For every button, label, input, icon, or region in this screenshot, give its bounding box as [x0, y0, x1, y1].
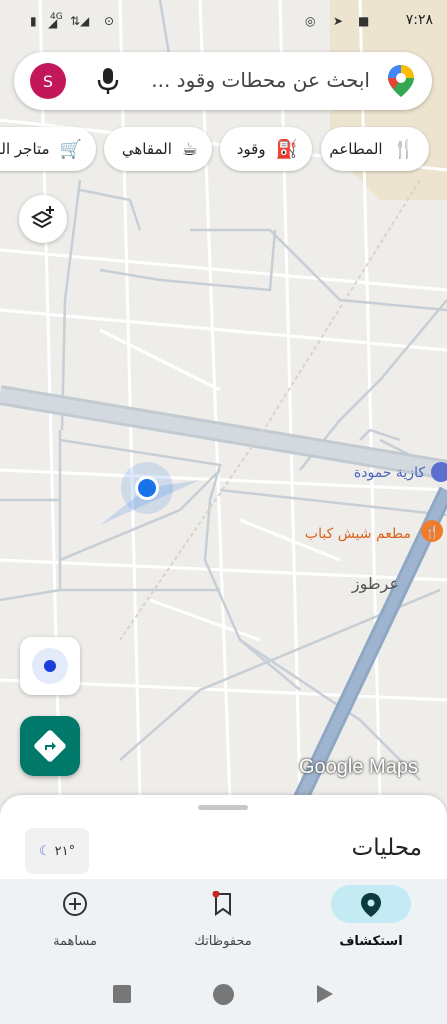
my-location-icon: [32, 648, 68, 684]
recents-button[interactable]: [113, 985, 131, 1003]
nav-contribute-label: مساهمة: [53, 934, 97, 949]
user-location-dot: [138, 479, 156, 497]
back-button[interactable]: [315, 983, 335, 1005]
weather-chip[interactable]: ☾ ٢١°: [25, 828, 89, 874]
layers-icon: [30, 206, 54, 229]
signal-icon: ◢: [48, 16, 58, 30]
home-button[interactable]: [213, 984, 234, 1005]
notification-dot: [212, 891, 220, 898]
microphone-icon[interactable]: [96, 67, 120, 95]
location-pin-icon: [361, 893, 381, 917]
signal-icon-2: ◢: [80, 14, 90, 28]
bookmark-icon: [212, 891, 231, 916]
weather-temperature: ٢١°: [54, 843, 76, 859]
chip-label: المقاهي: [121, 140, 172, 158]
svg-text:🍴: 🍴: [425, 525, 440, 539]
layers-button[interactable]: [19, 195, 67, 243]
chip-label: المطاعم: [329, 140, 383, 158]
location-status-icon: ⊙: [104, 14, 115, 28]
directions-icon: [34, 730, 66, 762]
bottom-navigation: استكشاف محفوظاتك مساهمة: [0, 879, 447, 964]
nav-explore-label: استكشاف: [339, 934, 403, 949]
telegram-icon: ➤: [333, 14, 344, 28]
chip-label: وقود: [236, 140, 266, 158]
nav-saved[interactable]: محفوظاتك: [153, 879, 293, 964]
status-bar: ▮ 4G ◢ ⇅ ◢ ⊙ ◎ ➤ ■ ٧:٢٨: [0, 0, 447, 44]
data-arrows-icon: ⇅: [70, 14, 81, 28]
search-bar[interactable]: S ابحث عن محطات وقود ...: [14, 52, 432, 110]
chip-restaurants[interactable]: 🍴 المطاعم: [321, 127, 429, 171]
poi-label-gas-station[interactable]: كازية حمودة: [354, 465, 425, 481]
battery-icon: ▮: [30, 14, 37, 28]
google-maps-pin-icon: [388, 65, 414, 97]
shopping-cart-icon: 🛒: [59, 138, 82, 160]
add-circle-icon: [63, 892, 87, 916]
search-input[interactable]: ابحث عن محطات وقود ...: [151, 68, 370, 92]
google-maps-logo: Google Maps: [299, 756, 418, 778]
chip-grocery[interactable]: 🛒 متاجر البـ: [0, 127, 96, 171]
nav-explore[interactable]: استكشاف: [293, 879, 447, 964]
status-time: ٧:٢٨: [405, 12, 433, 28]
chip-cafes[interactable]: ☕ المقاهي: [104, 127, 212, 171]
nav-contribute[interactable]: مساهمة: [5, 879, 145, 964]
chip-gas[interactable]: ⛽ وقود: [220, 127, 312, 171]
my-location-button[interactable]: [20, 637, 80, 695]
nav-saved-label: محفوظاتك: [194, 934, 252, 949]
bottom-sheet[interactable]: محليات ☾ ٢١°: [0, 795, 447, 885]
poi-label-restaurant[interactable]: مطعم شيش كباب: [305, 526, 411, 542]
fork-knife-icon: 🍴: [392, 138, 415, 160]
account-avatar[interactable]: S: [30, 63, 66, 99]
sheet-drag-handle[interactable]: [198, 805, 248, 810]
coffee-cup-icon: ☕: [181, 138, 198, 160]
system-navigation-bar: [0, 964, 447, 1024]
app-notification-icon: ■: [358, 14, 370, 28]
chip-label: متاجر البـ: [0, 140, 50, 158]
hotspot-icon: ◎: [305, 14, 316, 28]
gas-station-icon: ⛽: [275, 138, 298, 160]
directions-button[interactable]: [20, 716, 80, 776]
area-label: عرطوز: [351, 574, 399, 593]
moon-cloud-icon: ☾: [38, 843, 51, 859]
sheet-title: محليات: [351, 835, 422, 861]
